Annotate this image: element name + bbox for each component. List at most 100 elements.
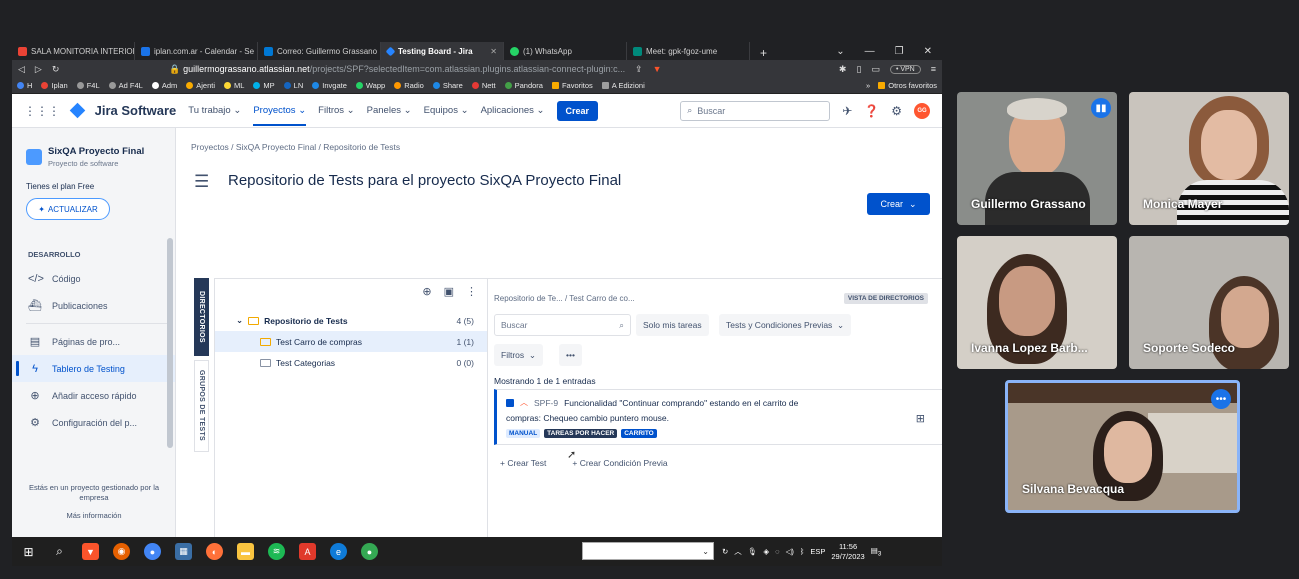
brave-shield-icon[interactable]: ▼ [653,64,662,74]
more-filters-button[interactable]: ••• [559,344,582,366]
tree-node-carro[interactable]: Test Carro de compras 1 (1) [215,331,487,352]
nav-tu-trabajo[interactable]: Tu trabajo ⌄ [188,105,241,116]
nav-aplicaciones[interactable]: Aplicaciones ⌄ [481,105,545,116]
table-grid-icon[interactable]: ⊞ [916,412,925,425]
chrome-canary-icon[interactable]: ● [361,543,378,560]
sidebar-item-codigo[interactable]: </> Código [12,265,175,292]
app-switcher-icon[interactable]: ⋮⋮⋮ [24,104,60,118]
sidebar-item-paginas[interactable]: ▤ Páginas de pro... [12,328,175,355]
refresh-icon[interactable]: ↻ [722,547,728,556]
clock[interactable]: 11:56 29/7/2023 [831,542,864,562]
bookmark-item[interactable]: Ajenti [186,81,215,90]
tests-conditions-dropdown[interactable]: Tests y Condiciones Previas ⌄ [719,314,852,336]
tab-grupos-tests[interactable]: GRUPOS DE TESTS [194,360,209,452]
chrome-icon[interactable]: ● [144,543,161,560]
bookmark-item[interactable]: Iplan [41,81,68,90]
bookmark-item[interactable]: F4L [76,81,100,90]
tree-node-root[interactable]: ⌄ Repositorio de Tests 4 (5) [215,310,487,331]
sidebar-item-tablero-testing[interactable]: ϟ Tablero de Testing [12,355,175,382]
back-icon[interactable]: ◁ [18,64,25,75]
browser-tab[interactable]: iplan.com.ar - Calendar - Se [135,42,258,60]
volume-icon[interactable]: ◁) [786,547,794,556]
forward-icon[interactable]: ▷ [35,64,42,75]
bookmark-item[interactable]: Invgate [312,81,347,90]
only-my-tasks-button[interactable]: Solo mis tareas [636,314,709,336]
jira-logo[interactable]: Jira Software [69,102,176,119]
notifications-icon[interactable]: ▤3 [871,546,882,558]
search-icon[interactable]: ⌕ [51,543,68,560]
wifi-icon[interactable]: ◌ [775,547,779,556]
nav-paneles[interactable]: Paneles ⌄ [367,105,412,116]
browser-tab[interactable]: Meet: gpk-fgoz-ume [627,42,750,60]
help-icon[interactable]: ❓ [864,104,879,118]
bookmark-item[interactable]: Nett [471,81,496,90]
bookmark-item[interactable]: LN [283,81,303,90]
close-tab-icon[interactable]: ✕ [490,47,497,56]
sidebar-item-configuracion[interactable]: ⚙ Configuración del p... [12,409,175,436]
file-explorer-icon[interactable]: ▬ [237,543,254,560]
nav-filtros[interactable]: Filtros ⌄ [318,105,354,116]
settings-icon[interactable]: ⚙ [891,104,902,118]
tree-node-categorias[interactable]: Test Categorias 0 (0) [215,352,487,373]
windows-start-icon[interactable]: ⊞ [20,543,37,560]
nav-equipos[interactable]: Equipos ⌄ [424,105,469,116]
browser-tab[interactable]: (1) WhatsApp [504,42,627,60]
self-view-tile[interactable]: ••• Silvana Bevacqua [1005,380,1240,513]
more-options-icon[interactable]: ••• [1211,389,1231,409]
minimize-icon[interactable]: — [865,46,875,57]
bookmark-item[interactable]: Pandora [504,81,543,90]
participant-tile[interactable]: Ivanna Lopez Barb... [957,236,1117,369]
search-input[interactable]: ⌕ Buscar [680,100,831,121]
spotify-icon[interactable]: ≋ [268,543,285,560]
bookmark-folder[interactable]: » Otros favoritos [866,81,937,90]
calculator-icon[interactable]: ▦ [175,543,192,560]
bookmark-item[interactable]: MP [253,81,275,90]
bookmark-item[interactable]: A Edizioni [601,81,645,90]
notifications-icon[interactable]: ✈ [842,104,852,118]
nav-proyectos[interactable]: Proyectos ⌄ [253,105,307,126]
vpn-button[interactable]: • VPN [889,64,921,74]
tab-directorios[interactable]: DIRECTORIOS [194,278,209,356]
project-header[interactable]: SixQA Proyecto Final Proyecto de softwar… [12,128,175,168]
collapse-icon[interactable]: ▣ [444,285,454,298]
network-icon[interactable]: ◈ [763,547,769,556]
sidebar-item-publicaciones[interactable]: ⛴ Publicaciones [12,292,175,319]
bookmark-item[interactable]: ML [224,81,244,90]
language-indicator[interactable]: ESP [810,547,825,556]
bookmark-item[interactable]: H [17,81,32,90]
issue-key[interactable]: SPF-9 [534,398,558,408]
bookmark-item[interactable]: Adm [151,81,177,90]
share-icon[interactable]: ⇪ [635,64,643,75]
more-options-icon[interactable]: ⋮ [466,285,477,298]
bookmark-item[interactable]: Wapp [355,81,385,90]
tests-search-input[interactable]: Buscar ⌕ [494,314,631,336]
tray-expand-icon[interactable]: ︿ [734,546,742,557]
firefox-dev-icon[interactable]: ◉ [113,543,130,560]
extensions-icon[interactable]: ✱ [839,64,847,75]
create-precondition-link[interactable]: + Crear Condición Previa [572,458,667,468]
bookmark-item[interactable]: Share [432,81,463,90]
participant-tile[interactable]: ▮▮ Guillermo Grassano [957,92,1117,225]
brave-icon[interactable]: ▼ [82,543,99,560]
new-tab-button[interactable]: + [750,46,777,60]
sidebar-item-add-shortcut[interactable]: ⊕ Añadir acceso rápido [12,382,175,409]
create-button[interactable]: Crear [556,100,599,121]
reload-icon[interactable]: ↻ [52,64,60,75]
menu-icon[interactable]: ≡ [931,64,936,74]
sidebar-scrollbar[interactable] [167,238,173,448]
filters-dropdown[interactable]: Filtros ⌄ [494,344,543,366]
microphone-icon[interactable]: 🎙 [748,547,758,556]
participant-tile[interactable]: Soporte Sodeco [1129,236,1289,369]
bookmark-item[interactable]: Ad F4L [108,81,143,90]
taskbar-address-box[interactable]: ⌄ [582,542,714,560]
create-menu-button[interactable]: Crear ⌄ [867,193,930,215]
chevron-down-icon[interactable]: ⌄ [836,46,844,57]
acrobat-icon[interactable]: A [299,543,316,560]
bluetooth-icon[interactable]: ᛒ [800,547,805,556]
browser-tab[interactable]: SALA MONITORIA INTERIOR [12,42,135,60]
close-icon[interactable]: ✕ [924,46,932,57]
tests-breadcrumb[interactable]: Repositorio de Te... / Test Carro de co.… [494,294,635,303]
more-info-link[interactable]: Más información [12,511,176,521]
add-folder-icon[interactable]: ⊕ [422,285,431,298]
breadcrumb[interactable]: Proyectos / SixQA Proyecto Final / Repos… [191,142,400,152]
